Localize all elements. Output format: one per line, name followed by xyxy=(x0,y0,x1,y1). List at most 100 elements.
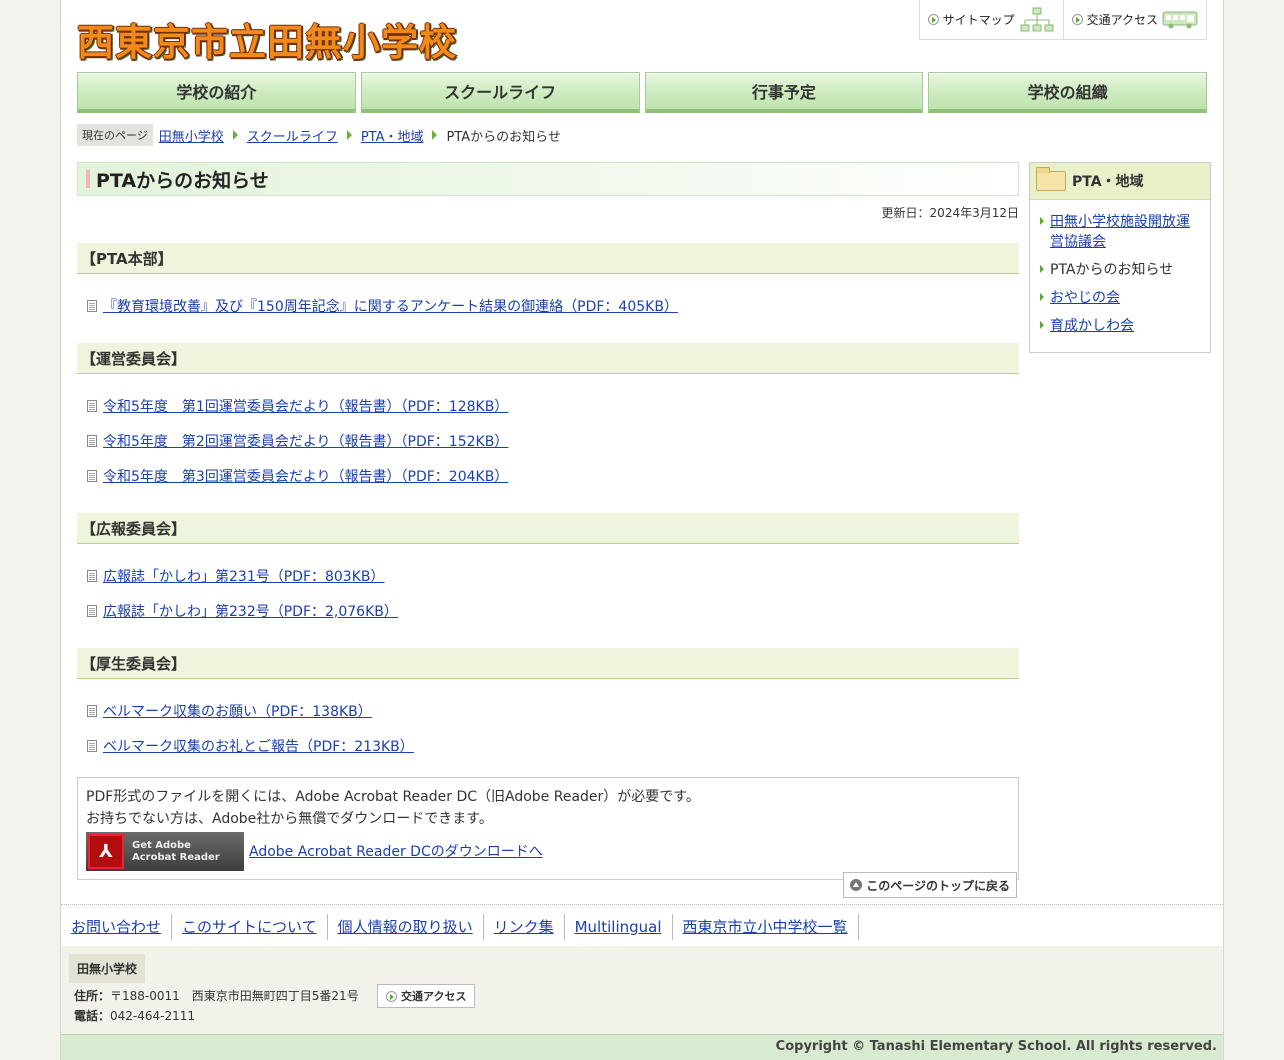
list-item: 広報誌「かしわ」第231号（PDF：803KB） xyxy=(87,558,1019,593)
document-icon xyxy=(87,434,97,447)
footer-school-name: 田無小学校 xyxy=(69,954,146,983)
sidebar-heading-text: PTA・地域 xyxy=(1072,174,1144,190)
list-item: 令和5年度 第1回運営委員会だより（報告書）（PDF：128KB） xyxy=(87,388,1019,423)
sitemap-label: サイトマップ xyxy=(942,13,1015,27)
nav-school-intro[interactable]: 学校の紹介 xyxy=(77,72,356,113)
pdf-link[interactable]: 令和5年度 第2回運営委員会だより（報告書）（PDF：152KB） xyxy=(103,431,508,451)
phone-row: 電話：042-464-2111 xyxy=(74,1006,359,1026)
pdf-link[interactable]: 広報誌「かしわ」第231号（PDF：803KB） xyxy=(103,566,385,586)
sidebar: PTA・地域 田無小学校施設開放運営協議会 PTAからのお知らせ おやじの会 育… xyxy=(1029,162,1211,353)
footer-link-privacy[interactable]: 個人情報の取り扱い xyxy=(328,914,484,940)
list-item: 令和5年度 第3回運営委員会だより（報告書）（PDF：204KB） xyxy=(87,458,1019,493)
document-icon xyxy=(87,299,97,312)
arrow-right-icon xyxy=(927,14,939,25)
document-icon xyxy=(87,739,97,752)
adobe-reader-badge[interactable]: ⅄ Get Adobe Acrobat Reader xyxy=(86,832,244,871)
nav-events[interactable]: 行事予定 xyxy=(644,72,924,113)
section-heading: 【厚生委員会】 xyxy=(77,648,1019,679)
address-label: 住所： xyxy=(74,989,111,1003)
file-list: 令和5年度 第1回運営委員会だより（報告書）（PDF：128KB） 令和5年度 … xyxy=(77,374,1019,495)
footer-access-label: 交通アクセス xyxy=(401,990,467,1003)
adobe-badge-line1: Get Adobe xyxy=(132,839,191,851)
file-list: 『教育環境改善』及び『150周年記念』に関するアンケート結果の御連絡（PDF：4… xyxy=(77,274,1019,325)
school-logo[interactable]: 西東京市立田無小学校 xyxy=(77,12,457,64)
sitemap-icon xyxy=(1020,7,1054,31)
file-list: 広報誌「かしわ」第231号（PDF：803KB） 広報誌「かしわ」第232号（P… xyxy=(77,544,1019,630)
sidebar-list: 田無小学校施設開放運営協議会 PTAからのお知らせ おやじの会 育成かしわ会 xyxy=(1030,200,1210,352)
footer-access-button[interactable]: 交通アクセス xyxy=(377,984,476,1008)
pdf-reader-note: PDF形式のファイルを開くには、Adobe Acrobat Reader DC（… xyxy=(77,777,1019,880)
section-heading: 【広報委員会】 xyxy=(77,513,1019,544)
file-list: ベルマーク収集のお願い（PDF：138KB） ベルマーク収集のお礼とご報告（PD… xyxy=(77,679,1019,765)
footer-link-links[interactable]: リンク集 xyxy=(484,914,565,940)
nav-school-life[interactable]: スクールライフ xyxy=(360,72,640,113)
page-title: PTAからのお知らせ xyxy=(77,162,1019,196)
sidebar-heading: PTA・地域 xyxy=(1030,163,1210,200)
footer-links: お問い合わせ このサイトについて 個人情報の取り扱い リンク集 Multilin… xyxy=(61,914,859,940)
section-heading: 【PTA本部】 xyxy=(77,243,1019,274)
pdf-link[interactable]: 令和5年度 第1回運営委員会だより（報告書）（PDF：128KB） xyxy=(103,396,508,416)
pdf-link[interactable]: 広報誌「かしわ」第232号（PDF：2,076KB） xyxy=(103,601,398,621)
page-title-text: PTAからのお知らせ xyxy=(96,169,269,192)
sitemap-link[interactable]: サイトマップ xyxy=(918,0,1063,40)
access-label: 交通アクセス xyxy=(1086,13,1158,27)
global-nav: 学校の紹介 スクールライフ 行事予定 学校の組織 xyxy=(77,72,1207,113)
document-icon xyxy=(87,469,97,482)
document-icon xyxy=(87,704,97,717)
footer-link-contact[interactable]: お問い合わせ xyxy=(61,914,173,940)
pdf-link[interactable]: 『教育環境改善』及び『150周年記念』に関するアンケート結果の御連絡（PDF：4… xyxy=(103,296,678,316)
address-row: 住所：〒188-0011 西東京市田無町四丁目5番21号 xyxy=(74,986,359,1006)
nav-organization[interactable]: 学校の組織 xyxy=(928,72,1207,113)
back-to-top-button[interactable]: このページのトップに戻る xyxy=(843,872,1017,898)
list-item: 『教育環境改善』及び『150周年記念』に関するアンケート結果の御連絡（PDF：4… xyxy=(87,288,1019,323)
updated-date: 更新日：2024年3月12日 xyxy=(881,206,1019,220)
sidebar-item: おやじの会 xyxy=(1040,288,1202,308)
pdf-note-line2: お持ちでない方は、Adobe社から無償でダウンロードできます。 xyxy=(86,811,493,827)
sidebar-item: PTAからのお知らせ xyxy=(1040,260,1202,280)
breadcrumb-link-home[interactable]: 田無小学校 xyxy=(159,126,224,145)
top-links: サイトマップ 交通アクセス xyxy=(918,0,1207,40)
back-to-top-label: このページのトップに戻る xyxy=(866,878,1010,893)
pdf-link[interactable]: ベルマーク収集のお礼とご報告（PDF：213KB） xyxy=(103,736,414,756)
phone-label: 電話： xyxy=(74,1009,111,1023)
phone-value: 042-464-2111 xyxy=(110,1009,196,1023)
copyright: Copyright © Tanashi Elementary School. A… xyxy=(61,1034,1223,1060)
breadcrumb: 現在のページ 田無小学校 スクールライフ PTA・地域 PTAからのお知らせ xyxy=(77,124,561,146)
sidebar-item-fathers-club[interactable]: おやじの会 xyxy=(1050,290,1120,306)
document-icon xyxy=(87,604,97,617)
arrow-right-icon xyxy=(386,990,397,1002)
footer-link-about-site[interactable]: このサイトについて xyxy=(172,914,328,940)
sidebar-item-kashiwa-club[interactable]: 育成かしわ会 xyxy=(1050,318,1134,334)
chevron-right-icon xyxy=(232,130,238,140)
access-link[interactable]: 交通アクセス xyxy=(1062,0,1207,40)
sidebar-item-facility-council[interactable]: 田無小学校施設開放運営協議会 xyxy=(1050,214,1190,250)
sidebar-item: 田無小学校施設開放運営協議会 xyxy=(1040,212,1202,252)
footer-link-multilingual[interactable]: Multilingual xyxy=(565,914,673,940)
title-accent-bar xyxy=(86,170,90,188)
adobe-download-link[interactable]: Adobe Acrobat Reader DCのダウンロードへ xyxy=(249,841,543,863)
main-content: PTAからのお知らせ 更新日：2024年3月12日 【PTA本部】 『教育環境改… xyxy=(77,162,1019,880)
pdf-link[interactable]: ベルマーク収集のお願い（PDF：138KB） xyxy=(103,701,372,721)
adobe-logo-icon: ⅄ xyxy=(88,834,124,869)
list-item: 広報誌「かしわ」第232号（PDF：2,076KB） xyxy=(87,593,1019,628)
footer-link-school-list[interactable]: 西東京市立小中学校一覧 xyxy=(673,914,859,940)
breadcrumb-link-pta[interactable]: PTA・地域 xyxy=(361,126,424,145)
pdf-note-line1: PDF形式のファイルを開くには、Adobe Acrobat Reader DC（… xyxy=(86,789,700,805)
adobe-badge-text: Get Adobe Acrobat Reader xyxy=(132,840,220,864)
list-item: 令和5年度 第2回運営委員会だより（報告書）（PDF：152KB） xyxy=(87,423,1019,458)
pdf-link[interactable]: 令和5年度 第3回運営委員会だより（報告書）（PDF：204KB） xyxy=(103,466,508,486)
sidebar-item: 育成かしわ会 xyxy=(1040,316,1202,336)
bus-icon xyxy=(1162,11,1198,28)
chevron-right-icon xyxy=(346,130,352,140)
chevron-right-icon xyxy=(432,130,438,140)
breadcrumb-current: PTAからのお知らせ xyxy=(446,129,561,145)
adobe-badge-line2: Acrobat Reader xyxy=(132,851,220,863)
list-item: ベルマーク収集のお礼とご報告（PDF：213KB） xyxy=(87,728,1019,763)
sidebar-item-pta-news: PTAからのお知らせ xyxy=(1050,262,1174,278)
footer-address: 住所：〒188-0011 西東京市田無町四丁目5番21号 電話：042-464-… xyxy=(74,986,359,1026)
breadcrumb-link-school-life[interactable]: スクールライフ xyxy=(247,126,338,145)
arrow-right-icon xyxy=(1071,14,1083,25)
section-heading: 【運営委員会】 xyxy=(77,343,1019,374)
adobe-download-row: ⅄ Get Adobe Acrobat Reader Adobe Acrobat… xyxy=(86,832,1010,871)
footer-info: 田無小学校 住所：〒188-0011 西東京市田無町四丁目5番21号 電話：04… xyxy=(61,946,1223,1034)
